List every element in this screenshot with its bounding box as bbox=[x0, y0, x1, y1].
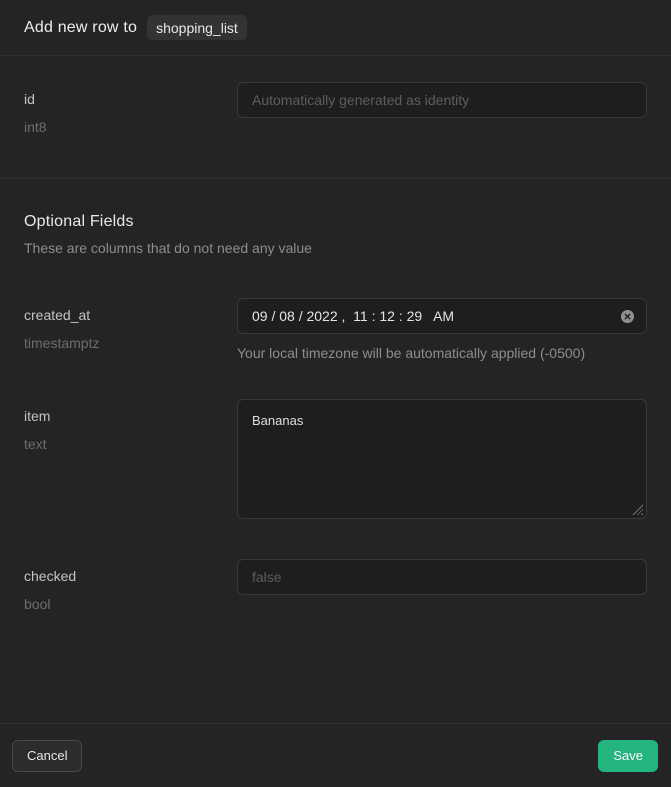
dialog-title: Add new row to bbox=[24, 19, 137, 37]
field-row-item: item text Bananas bbox=[24, 399, 647, 519]
field-labels-checked: checked bool bbox=[24, 559, 237, 612]
field-row-created-at: created_at timestamptz Your local timezo… bbox=[24, 298, 647, 361]
field-row-checked: checked bool bbox=[24, 559, 647, 612]
field-control-item: Bananas bbox=[237, 399, 647, 519]
field-labels-created-at: created_at timestamptz bbox=[24, 298, 237, 351]
field-name-id: id bbox=[24, 91, 237, 107]
circle-x-icon bbox=[620, 309, 635, 324]
required-fields-section: id int8 bbox=[0, 56, 671, 179]
field-control-checked bbox=[237, 559, 647, 595]
field-control-created-at: Your local timezone will be automaticall… bbox=[237, 298, 647, 361]
timezone-helper-text: Your local timezone will be automaticall… bbox=[237, 345, 647, 361]
field-type-item: text bbox=[24, 436, 237, 452]
field-type-id: int8 bbox=[24, 119, 237, 135]
dialog-header: Add new row to shopping_list bbox=[0, 0, 671, 56]
optional-fields-section: Optional Fields These are columns that d… bbox=[0, 179, 671, 612]
field-type-checked: bool bbox=[24, 596, 237, 612]
id-input[interactable] bbox=[237, 82, 647, 118]
created-at-input[interactable] bbox=[237, 298, 647, 334]
field-labels-id: id int8 bbox=[24, 82, 237, 135]
field-name-item: item bbox=[24, 408, 237, 424]
field-control-id bbox=[237, 82, 647, 118]
field-name-checked: checked bbox=[24, 568, 237, 584]
checked-input[interactable] bbox=[237, 559, 647, 595]
item-textarea[interactable]: Bananas bbox=[237, 399, 647, 519]
cancel-button[interactable]: Cancel bbox=[12, 740, 82, 772]
field-type-created-at: timestamptz bbox=[24, 335, 237, 351]
dialog-footer: Cancel Save bbox=[0, 723, 671, 787]
table-name-badge: shopping_list bbox=[147, 15, 247, 40]
field-name-created-at: created_at bbox=[24, 307, 237, 323]
clear-datetime-button[interactable] bbox=[617, 306, 637, 326]
save-button[interactable]: Save bbox=[598, 740, 658, 772]
field-row-id: id int8 bbox=[24, 82, 647, 135]
field-labels-item: item text bbox=[24, 399, 237, 452]
add-row-panel: Add new row to shopping_list id int8 Opt… bbox=[0, 0, 671, 787]
optional-fields-description: These are columns that do not need any v… bbox=[24, 240, 647, 256]
optional-fields-heading: Optional Fields bbox=[24, 213, 647, 231]
